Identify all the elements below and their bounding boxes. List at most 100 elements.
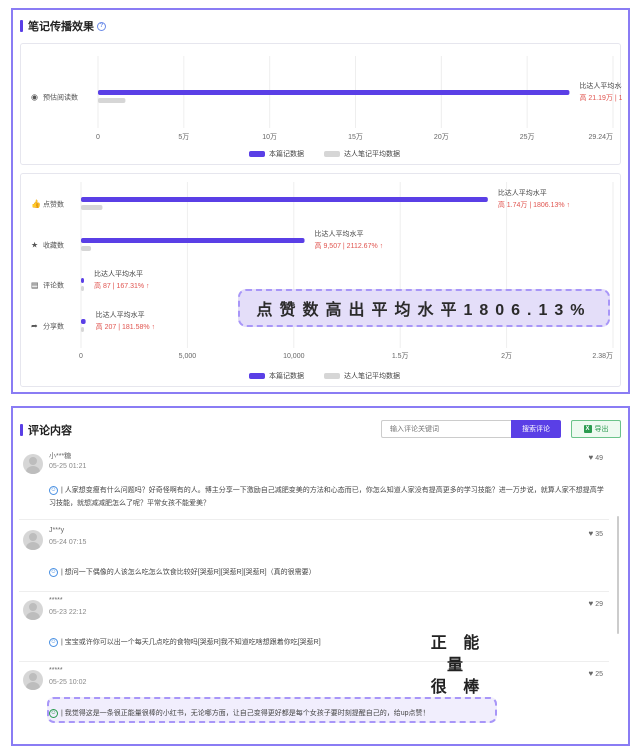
compare-label: 比达人平均水平 <box>96 310 145 319</box>
x-tick-label: 0 <box>96 134 100 141</box>
x-tick-label: 20万 <box>434 133 449 141</box>
compare-value: 高 1.74万 | 1806.13% ↑ <box>498 200 570 209</box>
comment-text: ☺ | 想问一下偶像的人该怎么吃怎么饮食比较好[哭惹R][哭惹R][哭惹R]（真的… <box>49 567 316 577</box>
share-icon: ➦ <box>31 322 38 331</box>
category-label: 评论数 <box>43 281 64 290</box>
reads-chart: 0 5万 10万 15万 20万 25万 29.24万 ◉ 预估阅读数 比达人平均水平高 21.1… <box>31 56 622 141</box>
search-button[interactable]: 搜索评论 <box>511 420 561 438</box>
thumbs-up-icon: 👍 <box>31 199 41 209</box>
x-tick-label: 2万 <box>501 352 512 360</box>
smile-icon: ☺ <box>49 708 58 718</box>
smile-icon: ☺ <box>49 637 58 647</box>
comment-item: J***y 05-24 07:15 ♥ 35 ☺ | 想问一下偶像的人该怎么吃怎么饮… <box>19 524 609 592</box>
excel-icon: X <box>583 425 592 433</box>
legend-swatch <box>249 373 265 380</box>
comment-item: 小***糖 05-25 01:21 ♥ 49 ☺ | 人家想变瘦有什么问题吗？好奇怪… <box>19 448 609 520</box>
reads-chart-card: 0 5万 10万 15万 20万 25万 29.24万 ◉ 预估阅读数 比达人平均水平高 21.1… <box>20 43 622 165</box>
comment-date: 05-25 10:02 <box>49 679 87 686</box>
avatar <box>23 670 43 690</box>
engagement-chart-card: 0 5,000 10,000 1.5万 2万 2.38万 👍 点赞数 比达人平均水平高 1.74… <box>20 173 621 387</box>
avatar <box>23 454 43 474</box>
spread-panel: 笔记传播效果 ? 0 5万 10万 15万 20万 25万 29.24万 ◉ 预估阅读数 比达人平… <box>11 8 630 394</box>
like-count[interactable]: ♥ 25 <box>588 669 603 678</box>
x-tick-label: 0 <box>79 353 83 360</box>
smile-icon: ☺ <box>49 485 58 495</box>
legend: 本篇记数据 达人笔记平均数据 <box>249 149 400 159</box>
help-icon[interactable]: ? <box>97 21 106 31</box>
highlight-callout: 点赞数高出平均水平1806.13% <box>238 289 610 327</box>
legend-swatch <box>324 151 340 158</box>
section-title: 评论内容 <box>20 422 72 438</box>
like-count[interactable]: ♥ 29 <box>588 599 603 608</box>
bar-avg <box>81 246 92 251</box>
comments-panel: 评论内容 搜索评论 X 导出 小***糖 05-25 01:21 ♥49 ☺| … <box>11 406 630 746</box>
comment-user: ***** <box>49 597 63 604</box>
category-label: 分享数 <box>43 322 64 331</box>
x-tick-label: 5万 <box>178 133 189 141</box>
avatar <box>23 600 43 620</box>
heart-icon: ♥ <box>588 599 594 608</box>
compare-label: 比达人平均水平 <box>94 269 143 278</box>
x-tick-label: 1.5万 <box>392 352 409 360</box>
heart-icon: ♥ <box>588 529 594 538</box>
comment-date: 05-25 01:21 <box>49 463 87 470</box>
bar-avg <box>81 205 103 210</box>
category-label: 预估阅读数 <box>43 93 78 102</box>
heart-icon: ♥ <box>588 669 594 678</box>
bar-self <box>81 278 84 283</box>
star-icon: ★ <box>31 241 38 250</box>
legend-swatch <box>324 373 340 380</box>
comment-text: ☺ | 人家想变瘦有什么问题吗？好奇怪啊有的人。博主分享一下激励自己减肥变美的方法… <box>49 485 604 507</box>
title-accent-bar <box>20 424 23 436</box>
section-title: 笔记传播效果 ? <box>20 18 106 34</box>
compare-value: 高 207 | 181.58% ↑ <box>96 322 155 331</box>
x-tick-label: 10,000 <box>283 353 305 360</box>
like-count[interactable]: ♥ 35 <box>588 529 603 538</box>
comment-date: 05-24 07:15 <box>49 539 87 546</box>
comment-user: J***y <box>49 527 65 534</box>
bar-avg <box>98 98 126 103</box>
smile-icon: ☺ <box>49 567 58 577</box>
comment-user: ***** <box>49 667 63 674</box>
x-tick-label: 5,000 <box>179 353 197 360</box>
compare-label: 比达人平均水平 <box>315 229 364 238</box>
legend-avg[interactable]: 达人笔记平均数据 <box>324 149 400 159</box>
like-count[interactable]: ♥ 49 <box>588 453 603 462</box>
comments-title: 评论内容 <box>28 425 72 437</box>
comment-text: ☺ | 我觉得这是一条很正能量很棒的小红书，无论哪方面，让自己变得更好都是每个女孩… <box>49 708 430 718</box>
search-input[interactable] <box>381 420 511 438</box>
bar-self <box>98 90 570 95</box>
bar-avg <box>81 327 84 332</box>
bar-self <box>81 319 86 324</box>
x-tick-label: 15万 <box>348 133 363 141</box>
legend-avg[interactable]: 达人笔记平均数据 <box>324 371 400 381</box>
bar-self <box>81 197 488 202</box>
x-tick-label: 2.38万 <box>592 352 613 360</box>
compare-label: 比达人平均水平 <box>579 81 622 90</box>
comment-icon: ▤ <box>31 281 39 290</box>
eye-icon: ◉ <box>31 93 38 102</box>
engagement-chart: 0 5,000 10,000 1.5万 2万 2.38万👍 点赞数比达人平均水平高 1.74… <box>31 182 614 360</box>
heart-icon: ♥ <box>588 453 594 462</box>
legend-self[interactable]: 本篇记数据 <box>249 149 304 159</box>
comment-text: ☺ | 宝宝或许你可以出一个每天几点吃的食物吗[哭惹R]我不知道吃啥想跟着你吃[哭… <box>49 637 321 647</box>
legend-swatch <box>249 151 265 158</box>
category-label: 收藏数 <box>43 241 64 250</box>
title-accent-bar <box>20 20 23 32</box>
comment-user: 小***糖 <box>49 453 72 460</box>
legend: 本篇记数据 达人笔记平均数据 <box>249 371 400 381</box>
export-button[interactable]: X 导出 <box>571 420 621 438</box>
x-tick-label: 10万 <box>262 133 277 141</box>
compare-label: 比达人平均水平 <box>498 188 547 197</box>
compare-value: 高 9,507 | 2112.67% ↑ <box>315 241 384 250</box>
spread-title: 笔记传播效果 <box>28 21 94 33</box>
comment-item: ***** 05-25 10:02 ♥ 25 ☺ | 我觉得这是一条很正能量很棒的小… <box>19 664 609 730</box>
comment-search: 搜索评论 <box>381 420 561 438</box>
legend-self[interactable]: 本篇记数据 <box>249 371 304 381</box>
bar-self <box>81 238 305 243</box>
comment-date: 05-23 22:12 <box>49 609 87 616</box>
scrollbar[interactable] <box>617 516 619 634</box>
category-label: 点赞数 <box>43 200 64 209</box>
compare-value: 高 21.19万 | 1623.26% ↑ <box>579 93 622 102</box>
avatar <box>23 530 43 550</box>
